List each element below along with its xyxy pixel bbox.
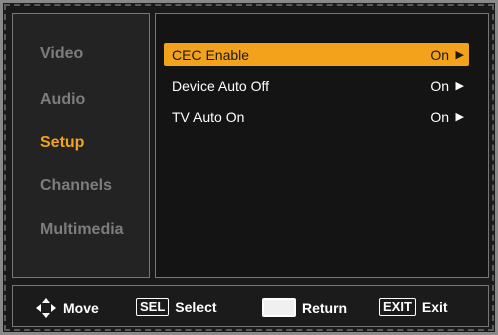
tv-menu-frame: Video Audio Setup Channels Multimedia CE… <box>0 0 498 335</box>
setting-row-cec-enable[interactable]: CEC Enable On ▶ <box>164 43 469 66</box>
setting-row-tv-auto-on[interactable]: TV Auto On On ▶ <box>164 105 469 128</box>
exit-key-icon: EXIT <box>379 298 416 316</box>
sidebar-item-video[interactable]: Video <box>40 45 83 63</box>
directional-pad-icon <box>36 298 56 318</box>
legend-move-label: Move <box>63 300 99 316</box>
button-legend-bar: Move SEL Select Return EXIT Exit <box>12 285 489 327</box>
legend-exit-label: Exit <box>421 299 448 315</box>
legend-move: Move <box>35 298 99 318</box>
setting-value: On <box>430 47 449 63</box>
settings-panel: CEC Enable On ▶ Device Auto Off On ▶ TV … <box>155 13 489 278</box>
legend-return: Return <box>262 298 347 317</box>
sidebar-item-setup[interactable]: Setup <box>40 134 84 152</box>
return-key-icon <box>262 298 296 317</box>
right-arrow-icon: ▶ <box>455 49 464 61</box>
category-sidebar: Video Audio Setup Channels Multimedia <box>12 13 150 278</box>
legend-select-label: Select <box>175 299 217 315</box>
setting-value: On <box>430 109 449 125</box>
legend-return-label: Return <box>302 299 348 316</box>
setting-label: CEC Enable <box>172 47 250 63</box>
setting-label: Device Auto Off <box>172 78 270 94</box>
sidebar-item-audio[interactable]: Audio <box>40 91 85 109</box>
right-arrow-icon: ▶ <box>455 80 464 92</box>
setting-row-device-auto-off[interactable]: Device Auto Off On ▶ <box>164 74 469 97</box>
setting-label: TV Auto On <box>172 109 245 125</box>
sel-key-icon: SEL <box>136 298 170 316</box>
right-arrow-icon: ▶ <box>455 111 464 123</box>
sidebar-item-multimedia[interactable]: Multimedia <box>40 221 124 239</box>
legend-exit: EXIT Exit <box>379 298 448 316</box>
sidebar-item-channels[interactable]: Channels <box>40 177 112 195</box>
setting-value: On <box>430 78 449 94</box>
legend-select: SEL Select <box>136 298 217 316</box>
